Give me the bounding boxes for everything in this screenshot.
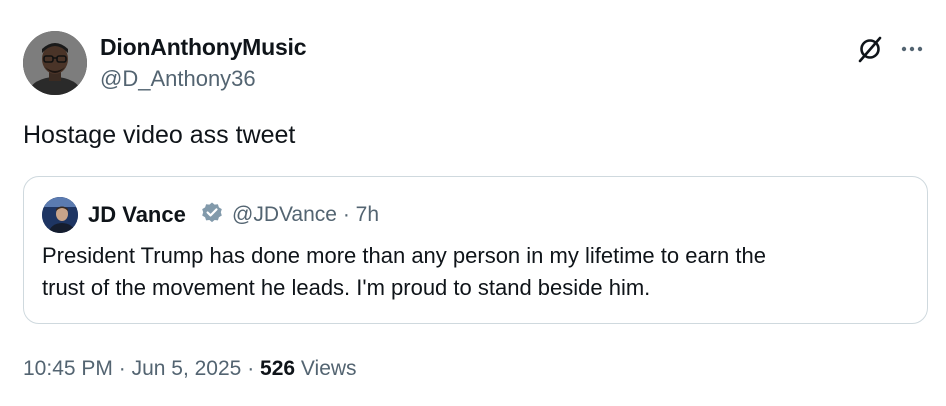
verified-badge-icon [202, 202, 222, 223]
quoted-text-line: trust of the movement he leads. I'm prou… [42, 275, 651, 300]
views-label: Views [300, 357, 357, 380]
quoted-handle[interactable]: @JDVance [232, 203, 337, 226]
quoted-display-name[interactable]: JD Vance [88, 202, 186, 228]
author-display-name[interactable]: DionAnthonyMusic [100, 34, 307, 61]
tweet-text: Hostage video ass tweet [23, 121, 296, 149]
grok-icon[interactable] [855, 34, 885, 64]
more-icon[interactable] [897, 34, 927, 64]
tweet: DionAnthonyMusic @D_Anthony36 Hostage vi… [0, 0, 946, 406]
views-count[interactable]: 526 [260, 357, 295, 380]
footer-separator: · [247, 357, 255, 380]
footer-separator: · [118, 357, 126, 380]
post-time[interactable]: 10:45 PM [23, 357, 113, 380]
quoted-meta: @JDVance · 7h [232, 203, 379, 227]
quoted-text: President Trump has done more than any p… [42, 240, 902, 304]
tweet-footer: 10:45 PM · Jun 5, 2025 · 526 Views [23, 357, 357, 381]
quoted-time[interactable]: 7h [356, 203, 379, 226]
quoted-text-line: President Trump has done more than any p… [42, 243, 766, 268]
author-avatar[interactable] [23, 31, 87, 95]
author-handle[interactable]: @D_Anthony36 [100, 66, 256, 92]
post-date[interactable]: Jun 5, 2025 [132, 357, 242, 380]
quoted-author-avatar[interactable] [42, 197, 78, 233]
meta-separator: · [342, 203, 350, 226]
quoted-tweet-card[interactable]: JD Vance @JDVance · 7h President Trump h… [23, 176, 928, 324]
